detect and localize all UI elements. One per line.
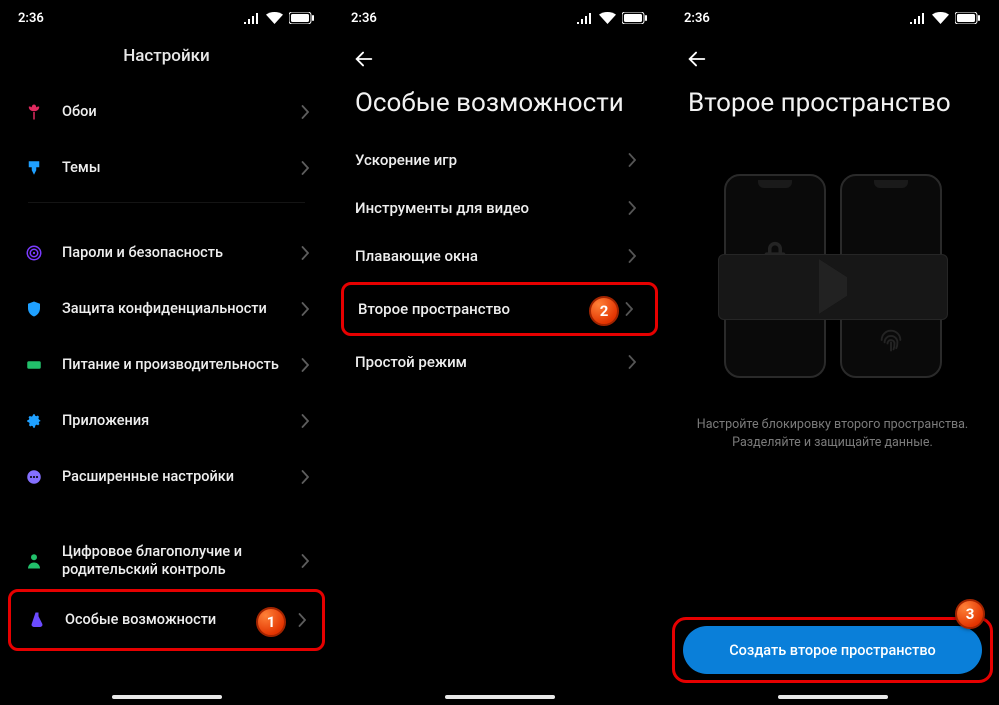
- settings-item-label: Цифровое благополучие и родительский кон…: [62, 543, 297, 579]
- chevron-right-icon: [297, 246, 313, 260]
- back-button[interactable]: [351, 46, 377, 72]
- hint-text: Настройте блокировку второго пространств…: [684, 416, 981, 452]
- special-item-label: Инструменты для видео: [355, 199, 628, 217]
- brush-icon: [20, 159, 48, 177]
- home-indicator: [778, 695, 888, 699]
- back-button[interactable]: [684, 46, 710, 72]
- special-item-label: Простой режим: [355, 353, 628, 371]
- second-space-illustration: Настройте блокировку второго пространств…: [666, 136, 999, 460]
- step-badge-3: 3: [955, 599, 985, 629]
- chevron-right-icon: [625, 302, 641, 316]
- phone-screen-2: 2:36 Особые возможности Ускорение игр Инс…: [333, 0, 666, 705]
- create-second-space-button[interactable]: Создать второе пространство: [683, 626, 982, 674]
- special-item-floating[interactable]: Плавающие окна: [333, 232, 666, 280]
- step-badge-1: 1: [256, 607, 286, 637]
- settings-item-label: Пароли и безопасность: [62, 244, 297, 262]
- settings-item-special[interactable]: Особые возможности1: [8, 589, 325, 651]
- settings-item-label: Темы: [62, 159, 297, 177]
- settings-item-privacy[interactable]: Защита конфиденциальности: [8, 281, 325, 337]
- special-item-video-tools[interactable]: Инструменты для видео: [333, 184, 666, 232]
- signal-icon: [910, 12, 926, 24]
- chevron-right-icon: [297, 554, 313, 568]
- battery-icon: [955, 12, 981, 24]
- settings-item-more[interactable]: Расширенные настройки: [8, 449, 325, 505]
- status-time: 2:36: [351, 11, 377, 26]
- settings-item-wallpaper[interactable]: Обои: [8, 84, 325, 140]
- chevron-right-icon: [297, 105, 313, 119]
- special-item-game-boost[interactable]: Ускорение игр: [333, 136, 666, 184]
- settings-item-label: Обои: [62, 103, 297, 121]
- wifi-icon: [599, 12, 616, 24]
- battery-icon: [289, 12, 315, 24]
- chevron-right-icon: [297, 470, 313, 484]
- chevron-right-icon: [297, 358, 313, 372]
- signal-icon: [577, 12, 593, 24]
- settings-item-label: Приложения: [62, 412, 297, 430]
- special-item-label: Ускорение игр: [355, 151, 628, 169]
- chevron-right-icon: [628, 249, 644, 263]
- phone-screen-3: 2:36 Второе пространство: [666, 0, 999, 705]
- home-indicator: [445, 695, 555, 699]
- home-indicator: [112, 695, 222, 699]
- statusbar: 2:36: [333, 0, 666, 36]
- chevron-right-icon: [628, 201, 644, 215]
- tulip-icon: [20, 103, 48, 121]
- chevron-right-icon: [297, 302, 313, 316]
- chevron-right-icon: [297, 161, 313, 175]
- page-title: Особые возможности: [333, 82, 666, 136]
- chevron-right-icon: [628, 153, 644, 167]
- dots-icon: [20, 468, 48, 486]
- bolt-icon: [20, 356, 48, 374]
- statusbar: 2:36: [0, 0, 333, 36]
- special-item-simple-mode[interactable]: Простой режим: [333, 338, 666, 386]
- settings-item-label: Питание и производительность: [62, 356, 297, 374]
- wifi-icon: [266, 12, 283, 24]
- status-time: 2:36: [684, 11, 710, 26]
- highlight-frame: Создать второе пространство: [672, 617, 993, 683]
- signal-icon: [244, 12, 260, 24]
- step-badge-2: 2: [589, 296, 619, 326]
- special-item-label: Второе пространство: [358, 300, 625, 318]
- page-title: Второе пространство: [666, 82, 999, 136]
- gear-icon: [20, 412, 48, 430]
- wifi-icon: [932, 12, 949, 24]
- fingerprint-icon: [877, 326, 905, 358]
- chevron-right-icon: [628, 355, 644, 369]
- settings-item-label: Защита конфиденциальности: [62, 300, 297, 318]
- settings-item-themes[interactable]: Темы: [8, 140, 325, 196]
- settings-item-security[interactable]: Пароли и безопасность: [8, 225, 325, 281]
- chevron-right-icon: [294, 613, 310, 627]
- settings-item-wellbeing[interactable]: Цифровое благополучие и родительский кон…: [8, 533, 325, 589]
- settings-item-apps[interactable]: Приложения: [8, 393, 325, 449]
- settings-item-label: Расширенные настройки: [62, 468, 297, 486]
- transfer-arrow-icon: [819, 277, 847, 296]
- battery-icon: [622, 12, 648, 24]
- shield-icon: [20, 300, 48, 318]
- statusbar: 2:36: [666, 0, 999, 36]
- special-item-label: Плавающие окна: [355, 247, 628, 265]
- special-item-second-space[interactable]: Второе пространство2: [341, 282, 658, 336]
- page-title: Настройки: [0, 36, 333, 84]
- target-icon: [20, 244, 48, 262]
- chevron-right-icon: [297, 414, 313, 428]
- settings-item-battery-perf[interactable]: Питание и производительность: [8, 337, 325, 393]
- phone-screen-1: 2:36 Настройки Обои Темы Пароли и безопасн…: [0, 0, 333, 705]
- flask-icon: [23, 611, 51, 629]
- composite-screenshot: 2:36 Настройки Обои Темы Пароли и безопасн…: [0, 0, 999, 705]
- person-icon: [20, 552, 48, 570]
- status-time: 2:36: [18, 11, 44, 26]
